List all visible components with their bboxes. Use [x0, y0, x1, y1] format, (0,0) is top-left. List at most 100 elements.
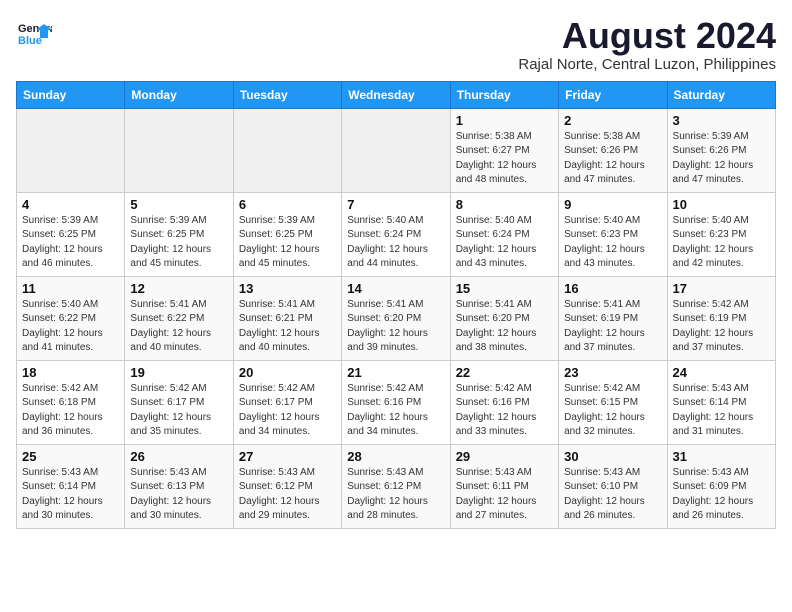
logo-icon: General Blue [16, 16, 52, 52]
calendar-cell: 10Sunrise: 5:40 AM Sunset: 6:23 PM Dayli… [667, 192, 775, 276]
day-number: 3 [673, 113, 770, 128]
day-info: Sunrise: 5:41 AM Sunset: 6:20 PM Dayligh… [347, 298, 444, 356]
calendar-cell: 22 Sunrise: 5:42 AM Sunset: 6:16 PM Dayli… [450, 360, 558, 444]
calendar-cell: 1Sunrise: 5:38 AM Sunset: 6:27 PM Daylig… [450, 108, 558, 192]
day-info: Sunrise: 5:43 AM Sunset: 6:14 PM Dayligh… [22, 466, 119, 524]
day-info: Sunrise: 5:39 AM Sunset: 6:26 PM Dayligh… [673, 130, 770, 188]
calendar-cell: 9 Sunrise: 5:40 AM Sunset: 6:23 PM Daylig… [559, 192, 667, 276]
calendar-week-row: 1Sunrise: 5:38 AM Sunset: 6:27 PM Daylig… [17, 108, 776, 192]
weekday-header-cell: Tuesday [233, 81, 341, 108]
calendar-cell: 19 Sunrise: 5:42 AM Sunset: 6:17 PM Dayli… [125, 360, 233, 444]
calendar-cell: 17Sunrise: 5:42 AM Sunset: 6:19 PM Dayli… [667, 276, 775, 360]
day-number: 23 [564, 365, 661, 380]
day-number: 22 [456, 365, 553, 380]
day-number: 25 [22, 449, 119, 464]
weekday-header-cell: Thursday [450, 81, 558, 108]
day-number: 28 [347, 449, 444, 464]
weekday-header-cell: Sunday [17, 81, 125, 108]
day-number: 15 [456, 281, 553, 296]
day-number: 31 [673, 449, 770, 464]
calendar-week-row: 18Sunrise: 5:42 AM Sunset: 6:18 PM Dayli… [17, 360, 776, 444]
day-number: 5 [130, 197, 227, 212]
calendar-cell [233, 108, 341, 192]
day-info: Sunrise: 5:40 AM Sunset: 6:23 PM Dayligh… [564, 214, 661, 272]
day-info: Sunrise: 5:40 AM Sunset: 6:24 PM Dayligh… [347, 214, 444, 272]
day-info: Sunrise: 5:43 AM Sunset: 6:13 PM Dayligh… [130, 466, 227, 524]
day-info: Sunrise: 5:42 AM Sunset: 6:17 PM Dayligh… [239, 382, 336, 440]
calendar-cell: 12Sunrise: 5:41 AM Sunset: 6:22 PM Dayli… [125, 276, 233, 360]
day-number: 1 [456, 113, 553, 128]
day-info: Sunrise: 5:43 AM Sunset: 6:12 PM Dayligh… [239, 466, 336, 524]
day-number: 6 [239, 197, 336, 212]
day-info: Sunrise: 5:43 AM Sunset: 6:10 PM Dayligh… [564, 466, 661, 524]
day-info: Sunrise: 5:42 AM Sunset: 6:17 PM Dayligh… [130, 382, 227, 440]
day-number: 14 [347, 281, 444, 296]
calendar-cell: 18Sunrise: 5:42 AM Sunset: 6:18 PM Dayli… [17, 360, 125, 444]
calendar-title: August 2024 [518, 16, 776, 56]
calendar-cell: 20 Sunrise: 5:42 AM Sunset: 6:17 PM Dayli… [233, 360, 341, 444]
day-info: Sunrise: 5:40 AM Sunset: 6:24 PM Dayligh… [456, 214, 553, 272]
calendar-cell: 14 Sunrise: 5:41 AM Sunset: 6:20 PM Dayli… [342, 276, 450, 360]
day-number: 2 [564, 113, 661, 128]
day-number: 29 [456, 449, 553, 464]
day-number: 8 [456, 197, 553, 212]
day-info: Sunrise: 5:43 AM Sunset: 6:11 PM Dayligh… [456, 466, 553, 524]
day-info: Sunrise: 5:39 AM Sunset: 6:25 PM Dayligh… [22, 214, 119, 272]
day-number: 16 [564, 281, 661, 296]
day-info: Sunrise: 5:39 AM Sunset: 6:25 PM Dayligh… [130, 214, 227, 272]
calendar-week-row: 11 Sunrise: 5:40 AM Sunset: 6:22 PM Dayli… [17, 276, 776, 360]
calendar-cell: 27 Sunrise: 5:43 AM Sunset: 6:12 PM Dayli… [233, 444, 341, 528]
weekday-header-cell: Monday [125, 81, 233, 108]
day-info: Sunrise: 5:43 AM Sunset: 6:14 PM Dayligh… [673, 382, 770, 440]
calendar-week-row: 25 Sunrise: 5:43 AM Sunset: 6:14 PM Dayli… [17, 444, 776, 528]
day-info: Sunrise: 5:42 AM Sunset: 6:15 PM Dayligh… [564, 382, 661, 440]
day-number: 27 [239, 449, 336, 464]
calendar-week-row: 4Sunrise: 5:39 AM Sunset: 6:25 PM Daylig… [17, 192, 776, 276]
calendar-cell: 29 Sunrise: 5:43 AM Sunset: 6:11 PM Dayli… [450, 444, 558, 528]
day-info: Sunrise: 5:41 AM Sunset: 6:22 PM Dayligh… [130, 298, 227, 356]
calendar-subtitle: Rajal Norte, Central Luzon, Philippines [518, 56, 776, 73]
day-number: 7 [347, 197, 444, 212]
day-info: Sunrise: 5:40 AM Sunset: 6:22 PM Dayligh… [22, 298, 119, 356]
logo: General Blue General Blue [16, 16, 52, 52]
day-number: 18 [22, 365, 119, 380]
calendar-cell: 15 Sunrise: 5:41 AM Sunset: 6:20 PM Dayli… [450, 276, 558, 360]
day-info: Sunrise: 5:41 AM Sunset: 6:19 PM Dayligh… [564, 298, 661, 356]
day-info: Sunrise: 5:41 AM Sunset: 6:21 PM Dayligh… [239, 298, 336, 356]
day-info: Sunrise: 5:38 AM Sunset: 6:26 PM Dayligh… [564, 130, 661, 188]
day-number: 19 [130, 365, 227, 380]
calendar-cell: 30Sunrise: 5:43 AM Sunset: 6:10 PM Dayli… [559, 444, 667, 528]
calendar-cell: 6 Sunrise: 5:39 AM Sunset: 6:25 PM Daylig… [233, 192, 341, 276]
calendar-cell: 13Sunrise: 5:41 AM Sunset: 6:21 PM Dayli… [233, 276, 341, 360]
calendar-cell: 5 Sunrise: 5:39 AM Sunset: 6:25 PM Daylig… [125, 192, 233, 276]
day-number: 20 [239, 365, 336, 380]
title-block: August 2024 Rajal Norte, Central Luzon, … [518, 16, 776, 73]
day-number: 17 [673, 281, 770, 296]
calendar-cell [17, 108, 125, 192]
day-info: Sunrise: 5:42 AM Sunset: 6:16 PM Dayligh… [347, 382, 444, 440]
day-info: Sunrise: 5:39 AM Sunset: 6:25 PM Dayligh… [239, 214, 336, 272]
weekday-header-cell: Wednesday [342, 81, 450, 108]
svg-text:Blue: Blue [18, 35, 42, 47]
day-number: 11 [22, 281, 119, 296]
page-header: General Blue General Blue August 2024 Ra… [16, 16, 776, 73]
calendar-cell: 16 Sunrise: 5:41 AM Sunset: 6:19 PM Dayli… [559, 276, 667, 360]
calendar-cell: 26Sunrise: 5:43 AM Sunset: 6:13 PM Dayli… [125, 444, 233, 528]
calendar-cell: 23 Sunrise: 5:42 AM Sunset: 6:15 PM Dayli… [559, 360, 667, 444]
weekday-header-row: SundayMondayTuesdayWednesdayThursdayFrid… [17, 81, 776, 108]
calendar-cell: 21Sunrise: 5:42 AM Sunset: 6:16 PM Dayli… [342, 360, 450, 444]
calendar-body: 1Sunrise: 5:38 AM Sunset: 6:27 PM Daylig… [17, 108, 776, 528]
day-info: Sunrise: 5:42 AM Sunset: 6:16 PM Dayligh… [456, 382, 553, 440]
calendar-cell: 24 Sunrise: 5:43 AM Sunset: 6:14 PM Dayli… [667, 360, 775, 444]
calendar-table: SundayMondayTuesdayWednesdayThursdayFrid… [16, 81, 776, 529]
calendar-cell: 31Sunrise: 5:43 AM Sunset: 6:09 PM Dayli… [667, 444, 775, 528]
calendar-cell [342, 108, 450, 192]
day-number: 9 [564, 197, 661, 212]
day-info: Sunrise: 5:43 AM Sunset: 6:12 PM Dayligh… [347, 466, 444, 524]
day-number: 24 [673, 365, 770, 380]
calendar-cell: 11 Sunrise: 5:40 AM Sunset: 6:22 PM Dayli… [17, 276, 125, 360]
weekday-header-cell: Saturday [667, 81, 775, 108]
calendar-cell: 7 Sunrise: 5:40 AM Sunset: 6:24 PM Daylig… [342, 192, 450, 276]
calendar-cell: 2 Sunrise: 5:38 AM Sunset: 6:26 PM Daylig… [559, 108, 667, 192]
day-info: Sunrise: 5:41 AM Sunset: 6:20 PM Dayligh… [456, 298, 553, 356]
